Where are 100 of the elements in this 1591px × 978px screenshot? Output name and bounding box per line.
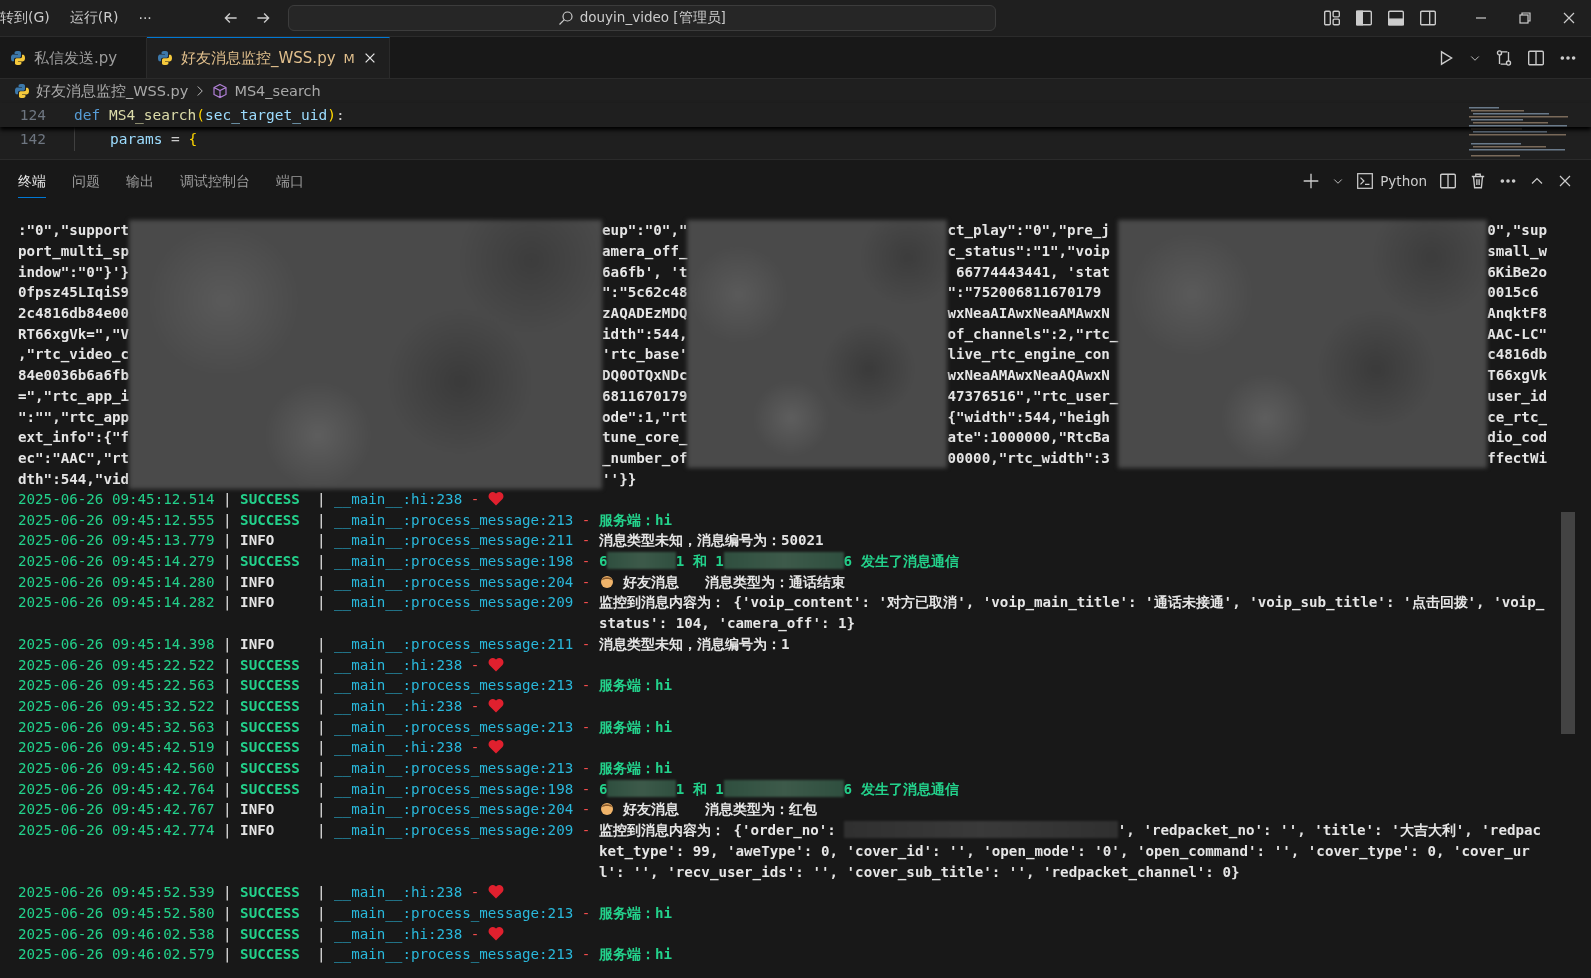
panel-tab[interactable]: 问题 [72,164,100,198]
terminal-text: RT66xgVk=","V [18,325,130,342]
panel-tab[interactable]: 调试控制台 [180,164,250,198]
log-separator: | [316,532,326,549]
log-message: 服务端：hi [598,677,672,694]
trash-icon[interactable] [1469,172,1487,190]
terminal-text: dio_cod [1487,429,1547,446]
terminal-text: wxNeaAMAwxNeaAQAwxN [947,367,1111,384]
log-level: SUCCESS [240,738,301,758]
terminal-text: T66xgVk [1487,367,1547,384]
log-separator: | [316,553,326,570]
log-separator: | [223,946,232,963]
log-source: __main__:process_message:213 [334,677,574,694]
close-icon[interactable] [1561,10,1577,26]
log-source: __main__:hi:238 [334,739,463,756]
scrollbar-thumb[interactable] [1561,512,1575,734]
terminal-text: zAQADEzMDQ [602,305,688,322]
panel-toggle-icon[interactable] [1387,9,1405,27]
log-separator: - [470,656,480,673]
log-message: 消息类型未知，消息编号为：1 [598,635,790,652]
panel-tab[interactable]: 终端 [18,164,46,198]
terminal-text: dth":544,"vid [18,470,130,487]
terminal-text: c_status":"1","voip [947,243,1111,260]
sidebar-toggle-icon[interactable] [1355,9,1373,27]
log-message: 好友消息 消息类型为：通话结束 [621,573,846,590]
log-timestamp: 2025-06-26 09:46:02.579 [18,946,215,963]
log-message: 服务端：hi [598,718,672,735]
terminal-text: ext_info":{"f [18,429,130,446]
terminal-text: tune_core_ [602,429,688,446]
layout-icon[interactable] [1323,9,1341,27]
terminal-text: idth":544, [602,325,688,342]
log-separator: - [470,697,480,714]
log-separator: - [470,884,480,901]
log-message: 服务端：hi [598,946,672,963]
log-source: __main__:process_message:204 [334,573,574,590]
log-level: SUCCESS [240,489,301,509]
log-separator: | [223,760,232,777]
panel-tab[interactable]: 端口 [276,164,304,198]
log-separator: | [316,511,326,528]
log-separator: - [470,490,480,507]
panel-tab[interactable]: 输出 [126,164,154,198]
log-separator: | [316,635,326,652]
secondary-sidebar-icon[interactable] [1419,9,1437,27]
search-field[interactable]: douyin_video [管理员] [287,5,996,31]
heart-icon [487,739,504,755]
log-timestamp: 2025-06-26 09:45:22.522 [18,656,215,673]
more-menu[interactable]: ··· [128,10,162,26]
menu-item[interactable]: 运行(R) [59,9,129,27]
terminal-profile[interactable]: Python [1356,172,1427,190]
log-level: SUCCESS [240,717,301,737]
python-file-icon [10,50,26,66]
python-file-icon [157,50,173,66]
log-separator: - [581,905,591,921]
log-timestamp: 2025-06-26 09:45:22.563 [18,677,215,694]
log-separator: | [223,532,232,549]
terminal-text: 0","sup [1487,222,1547,239]
compare-changes-icon[interactable] [1495,48,1513,67]
log-separator: | [223,739,232,756]
log-timestamp: 2025-06-26 09:45:14.280 [18,573,215,590]
log-timestamp: 2025-06-26 09:45:32.522 [18,697,215,714]
log-separator: | [223,697,232,714]
terminal-text: ode":1,"rt [602,408,688,425]
log-level: INFO [240,634,276,654]
breadcrumb-item[interactable]: 好友消息监控_WSS.py [36,81,189,101]
plus-icon[interactable] [1302,172,1321,190]
log-separator: - [581,946,591,963]
log-level: INFO [240,821,276,841]
heart-icon [487,925,504,941]
terminal-text: 6811670179 [602,387,688,404]
log-level: SUCCESS [240,552,301,572]
editor-tab[interactable]: 好友消息监控_WSS.py M [147,37,390,78]
log-timestamp: 2025-06-26 09:45:42.764 [18,780,215,797]
log-message: 服务端：hi [598,511,672,528]
log-separator: | [316,697,326,714]
log-separator: | [316,490,326,507]
close-icon[interactable] [1557,173,1573,189]
terminal-text: 2c4816db84e00 [18,305,130,322]
log-separator: - [581,760,591,777]
terminal-text: ":"5c62c48 [602,284,688,301]
log-separator: | [223,656,232,673]
menu-item[interactable]: 转到(G) [0,9,60,27]
split-terminal-icon[interactable] [1439,172,1457,190]
log-timestamp: 2025-06-26 09:45:52.539 [18,884,215,901]
log-separator: | [223,490,232,507]
log-timestamp: 2025-06-26 09:45:14.398 [18,635,215,652]
log-source: __main__:hi:238 [334,656,463,673]
breadcrumb-item[interactable]: MS4_search [234,83,321,99]
log-separator: - [581,780,591,797]
log-source: __main__:process_message:213 [334,511,574,528]
log-source: __main__:hi:238 [334,884,463,901]
terminal-text: ''}} [602,470,638,487]
split-editor-icon[interactable] [1527,48,1545,67]
log-separator: | [223,780,232,797]
log-separator: | [316,884,326,901]
log-message: 服务端：hi [598,760,672,777]
log-level: SUCCESS [240,676,301,696]
code-line: params = { [110,131,198,147]
restore-icon[interactable] [1517,10,1533,26]
terminal-text: amera_off_ [602,243,688,260]
log-source: __main__:process_message:209 [334,594,574,611]
